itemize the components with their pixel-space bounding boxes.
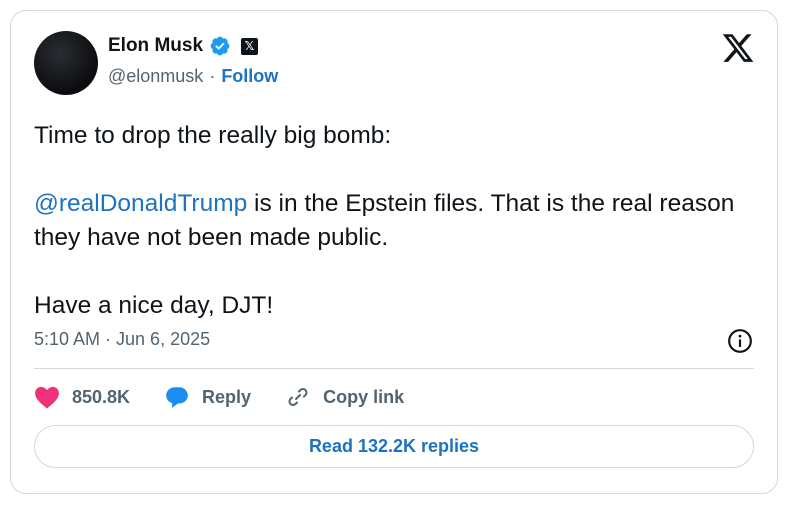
- copy-link-label: Copy link: [323, 386, 405, 407]
- author-name[interactable]: Elon Musk: [108, 35, 203, 57]
- follow-button[interactable]: Follow: [221, 66, 278, 87]
- tweet-card: Elon Musk 𝕏 @elonmusk · Follow Time to d…: [10, 10, 778, 494]
- divider: [34, 368, 754, 369]
- author-name-row: Elon Musk 𝕏: [108, 35, 259, 57]
- tweet-timestamp[interactable]: 5:10 AM · Jun 6, 2025: [34, 329, 210, 350]
- tweet-line-2: @realDonaldTrump is in the Epstein files…: [34, 187, 754, 255]
- verified-badge-icon: [210, 36, 230, 56]
- info-icon[interactable]: [727, 328, 753, 354]
- avatar[interactable]: [34, 31, 98, 95]
- tweet-line-3: Have a nice day, DJT!: [34, 292, 274, 319]
- mention-link[interactable]: @realDonaldTrump: [34, 190, 247, 217]
- heart-icon: [35, 386, 59, 409]
- reply-button[interactable]: Reply: [164, 385, 251, 409]
- tweet-line-1: Time to drop the really big bomb:: [34, 122, 392, 149]
- like-button[interactable]: 850.8K: [34, 385, 130, 409]
- author-handle[interactable]: @elonmusk: [108, 66, 203, 87]
- copy-link-button[interactable]: Copy link: [285, 385, 404, 409]
- reply-label: Reply: [202, 386, 252, 407]
- handle-row: @elonmusk · Follow: [108, 66, 278, 87]
- x-affiliation-icon: 𝕏: [241, 37, 259, 55]
- tweet-text: Time to drop the really big bomb: @realD…: [34, 119, 754, 323]
- separator: ·: [209, 66, 216, 86]
- reply-bubble-icon: [166, 387, 188, 408]
- x-logo-icon[interactable]: [721, 31, 755, 65]
- action-bar: 850.8K Reply Copy link: [34, 385, 438, 409]
- read-replies-button[interactable]: Read 132.2K replies: [34, 425, 754, 468]
- like-count: 850.8K: [72, 386, 131, 407]
- link-icon: [288, 387, 308, 407]
